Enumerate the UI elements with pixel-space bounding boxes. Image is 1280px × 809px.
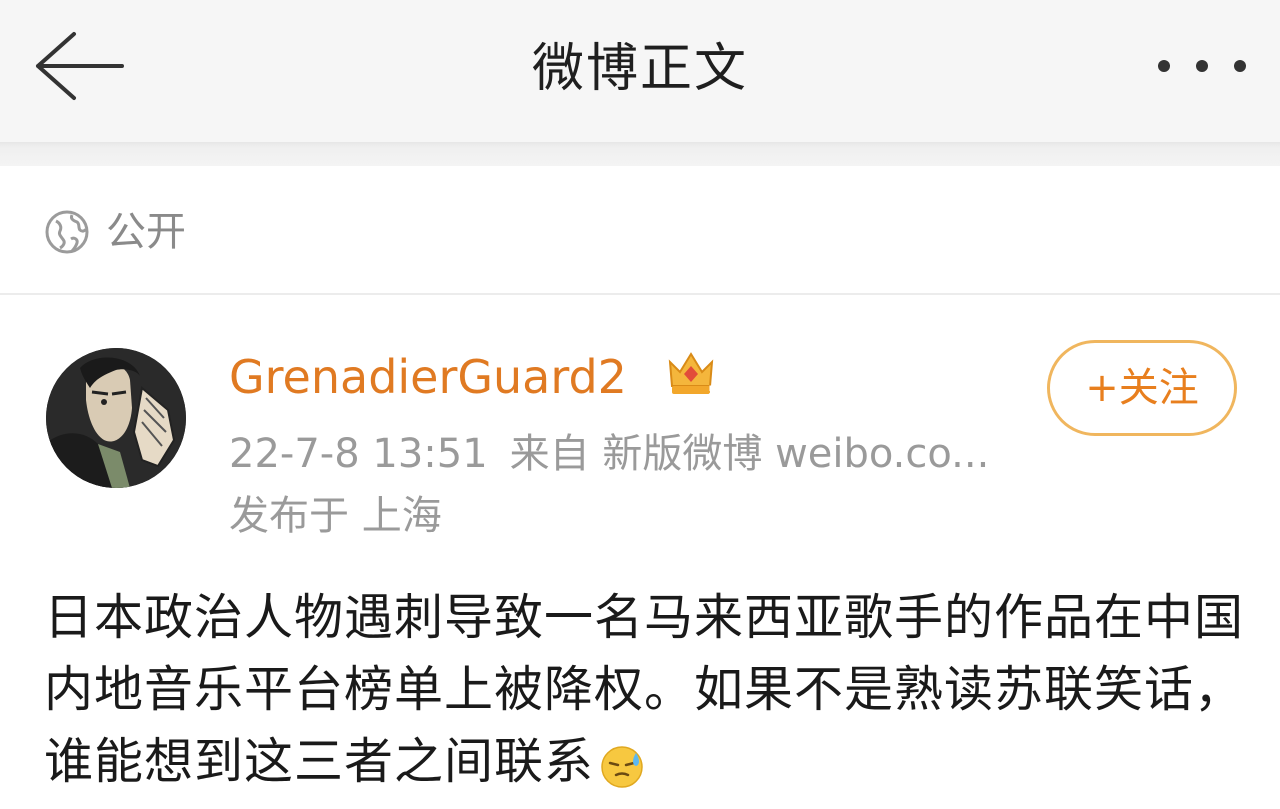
more-dots-icon [1158,60,1246,72]
post-content: 日本政治人物遇刺导致一名马来西亚歌手的作品在中国内地音乐平台榜单上被降权。如果不… [44,582,1254,798]
badge-level: 5 [708,384,718,400]
author-name[interactable]: GrenadierGuard2 [229,347,627,407]
post-location: 发布于 上海 [229,493,442,539]
page-title: 微博正文 [531,39,748,99]
avatar[interactable] [46,348,186,488]
sweat-emoji-icon [601,745,643,788]
avatar-image [46,348,186,488]
section-divider [0,293,1280,295]
post-timestamp: 22-7-8 13:51 [229,431,488,477]
follow-button[interactable]: +关注 [1047,340,1237,436]
post-meta: 22-7-8 13:51 来自 新版微博 weibo.co... [229,426,1011,482]
post-source[interactable]: 来自 新版微博 weibo.co... [510,431,990,477]
visibility-row: 公开 [0,166,1280,294]
crown-level-badge-icon: 5 [668,352,718,400]
top-navigation-bar: 微博正文 [0,0,1280,142]
globe-icon [45,210,89,254]
visibility-label: 公开 [106,209,186,255]
header-divider [0,142,1280,166]
more-options-button[interactable] [1150,44,1254,88]
